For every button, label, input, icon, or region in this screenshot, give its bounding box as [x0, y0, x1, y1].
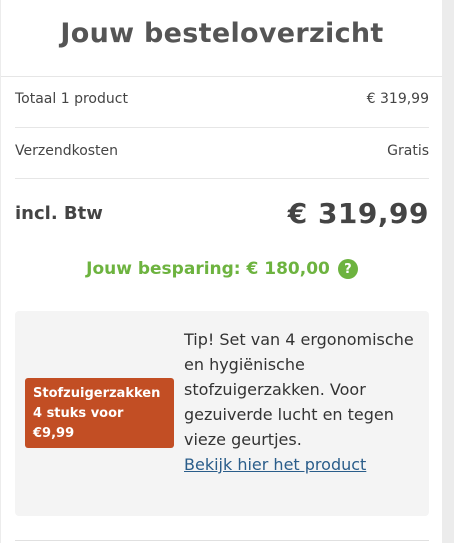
divider — [15, 540, 429, 541]
total-label: incl. Btw — [15, 203, 103, 224]
products-label: Totaal 1 product — [15, 91, 128, 107]
page: Jouw besteloverzicht Totaal 1 product € … — [0, 0, 454, 543]
tip-content: Tip! Set van 4 ergonomische en hygiënisc… — [184, 327, 420, 477]
product-badge[interactable]: Stofzuigerzakken 4 stuks voor €9,99 — [25, 378, 174, 448]
total-row: incl. Btw € 319,99 — [15, 197, 429, 230]
divider — [15, 127, 429, 128]
total-value: € 319,99 — [287, 197, 429, 230]
page-gutter — [442, 0, 454, 543]
order-summary-panel: Jouw besteloverzicht Totaal 1 product € … — [0, 0, 443, 543]
page-title: Jouw besteloverzicht — [60, 18, 384, 49]
tip-box: Stofzuigerzakken 4 stuks voor €9,99 Tip!… — [15, 311, 429, 516]
shipping-label: Verzendkosten — [15, 143, 119, 159]
savings-line: Jouw besparing: € 180,00 ? — [1, 259, 443, 279]
shipping-value: Gratis — [387, 143, 429, 159]
divider — [1, 76, 443, 77]
tip-text: Tip! Set van 4 ergonomische en hygiënisc… — [184, 330, 414, 449]
shipping-row: Verzendkosten Gratis — [15, 143, 429, 159]
products-value: € 319,99 — [366, 91, 429, 107]
divider — [15, 178, 429, 179]
savings-text: Jouw besparing: € 180,00 — [86, 259, 330, 279]
help-icon[interactable]: ? — [337, 259, 358, 279]
products-row: Totaal 1 product € 319,99 — [15, 91, 429, 107]
view-product-link[interactable]: Bekijk hier het product — [184, 452, 366, 477]
